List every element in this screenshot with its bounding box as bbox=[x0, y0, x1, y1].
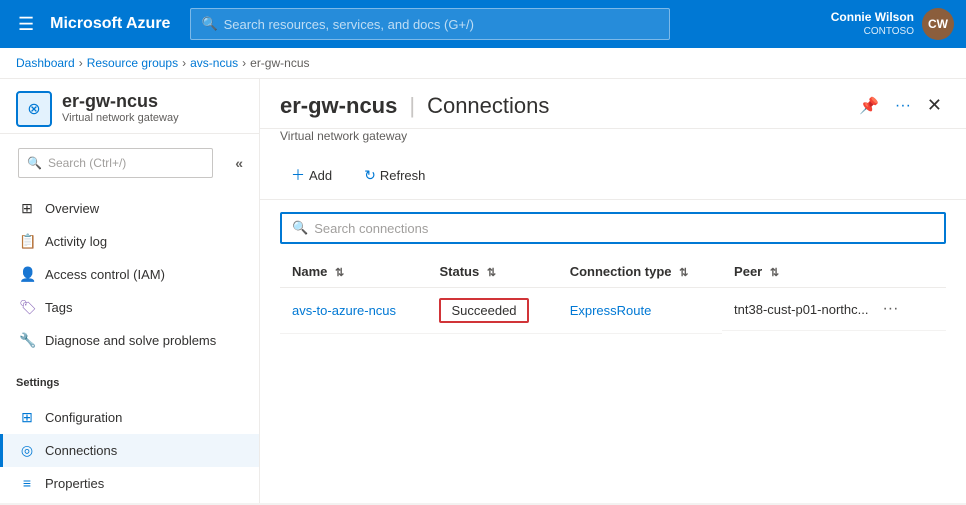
sidebar-search-icon: 🔍 bbox=[27, 156, 42, 170]
breadcrumb-avs-ncus[interactable]: avs-ncus bbox=[190, 56, 238, 70]
resource-description: Virtual network gateway bbox=[62, 112, 179, 124]
diagnose-icon: 🔧 bbox=[19, 332, 35, 349]
col-status[interactable]: Status ⇅ bbox=[427, 256, 557, 288]
configuration-icon: ⊞ bbox=[19, 409, 35, 426]
sidebar-item-label: Overview bbox=[45, 201, 99, 216]
connection-type-link[interactable]: ExpressRoute bbox=[570, 303, 652, 318]
sidebar-item-connections[interactable]: ◎ Connections bbox=[0, 434, 259, 467]
breadcrumb-resource-groups[interactable]: Resource groups bbox=[87, 56, 178, 70]
sidebar-item-configuration[interactable]: ⊞ Configuration bbox=[0, 401, 259, 434]
sidebar-item-diagnose[interactable]: 🔧 Diagnose and solve problems bbox=[0, 324, 259, 357]
properties-icon: ≡ bbox=[19, 475, 35, 491]
resource-section: Connections bbox=[427, 93, 549, 119]
avatar[interactable]: CW bbox=[922, 8, 954, 40]
col-connection-type[interactable]: Connection type ⇅ bbox=[558, 256, 722, 288]
breadcrumb: Dashboard › Resource groups › avs-ncus ›… bbox=[0, 48, 966, 79]
pin-button[interactable]: 📌 bbox=[855, 92, 883, 120]
add-button[interactable]: ＋ Add bbox=[280, 159, 343, 191]
sidebar-item-label: Activity log bbox=[45, 234, 107, 249]
table-header-row: Name ⇅ Status ⇅ Connection type ⇅ Peer bbox=[280, 256, 946, 288]
search-icon: 🔍 bbox=[292, 220, 308, 236]
refresh-icon: ↻ bbox=[364, 167, 376, 184]
breadcrumb-dashboard[interactable]: Dashboard bbox=[16, 56, 75, 70]
close-button[interactable]: ✕ bbox=[923, 91, 946, 120]
resource-type-label: Virtual network gateway bbox=[260, 129, 966, 151]
refresh-label: Refresh bbox=[380, 168, 426, 183]
hamburger-menu[interactable]: ☰ bbox=[12, 8, 40, 41]
sort-icon-name: ⇅ bbox=[335, 267, 344, 279]
resource-name: er-gw-ncus bbox=[62, 91, 179, 112]
access-control-icon: 👤 bbox=[19, 266, 35, 283]
sidebar-search-input[interactable] bbox=[48, 156, 204, 170]
sort-icon-connection-type: ⇅ bbox=[679, 267, 688, 279]
sidebar-item-locks[interactable]: 🔒 Locks bbox=[0, 499, 259, 503]
sidebar-header: ⊗ er-gw-ncus Virtual network gateway bbox=[0, 79, 259, 134]
resource-actions: 📌 ··· ✕ bbox=[855, 91, 946, 120]
sidebar-collapse-btn[interactable]: « bbox=[227, 151, 251, 175]
user-info: Connie Wilson CONTOSO bbox=[831, 10, 914, 39]
activity-log-icon: 📋 bbox=[19, 233, 35, 250]
toolbar: ＋ Add ↻ Refresh bbox=[260, 151, 966, 200]
overview-icon: ⊞ bbox=[19, 200, 35, 217]
table-row: avs-to-azure-ncus Succeeded ExpressRoute… bbox=[280, 288, 946, 334]
sidebar-item-label: Diagnose and solve problems bbox=[45, 333, 216, 348]
resource-icon: ⊗ bbox=[16, 91, 52, 127]
search-icon: 🔍 bbox=[201, 16, 217, 32]
user-name: Connie Wilson bbox=[831, 10, 914, 26]
global-search-box[interactable]: 🔍 bbox=[190, 8, 670, 40]
sidebar-item-label: Access control (IAM) bbox=[45, 267, 165, 282]
connections-search-input[interactable] bbox=[314, 221, 934, 236]
connections-icon: ◎ bbox=[19, 442, 35, 459]
settings-section-header: Settings bbox=[0, 365, 259, 393]
main-layout: ⊗ er-gw-ncus Virtual network gateway 🔍 «… bbox=[0, 79, 966, 503]
cell-name[interactable]: avs-to-azure-ncus bbox=[280, 288, 427, 334]
sidebar-item-label: Connections bbox=[45, 443, 117, 458]
refresh-button[interactable]: ↻ Refresh bbox=[353, 161, 436, 190]
breadcrumb-current: er-gw-ncus bbox=[250, 56, 309, 70]
sidebar-item-label: Configuration bbox=[45, 410, 122, 425]
sidebar-item-label: Tags bbox=[45, 300, 72, 315]
cell-peer: tnt38-cust-p01-northc... ··· bbox=[722, 288, 946, 331]
status-badge: Succeeded bbox=[439, 298, 528, 323]
app-logo: Microsoft Azure bbox=[50, 15, 170, 33]
cell-connection-type[interactable]: ExpressRoute bbox=[558, 288, 722, 334]
sort-icon-status: ⇅ bbox=[487, 267, 496, 279]
table-area: 🔍 Name ⇅ Status ⇅ bbox=[260, 200, 966, 503]
sidebar-item-activity-log[interactable]: 📋 Activity log bbox=[0, 225, 259, 258]
user-org: CONTOSO bbox=[831, 25, 914, 38]
tags-icon: 🏷 bbox=[19, 299, 35, 316]
connections-table: Name ⇅ Status ⇅ Connection type ⇅ Peer bbox=[280, 256, 946, 334]
resource-header: er-gw-ncus | Connections 📌 ··· ✕ bbox=[260, 79, 966, 129]
topbar-right: Connie Wilson CONTOSO CW bbox=[831, 8, 954, 40]
col-peer[interactable]: Peer ⇅ bbox=[722, 256, 946, 288]
sidebar-item-properties[interactable]: ≡ Properties bbox=[0, 467, 259, 499]
sidebar: ⊗ er-gw-ncus Virtual network gateway 🔍 «… bbox=[0, 79, 260, 503]
topbar: ☰ Microsoft Azure 🔍 Connie Wilson CONTOS… bbox=[0, 0, 966, 48]
cell-status: Succeeded bbox=[427, 288, 557, 334]
sidebar-nav: ⊞ Overview 📋 Activity log 👤 Access contr… bbox=[0, 192, 259, 357]
row-more-options-button[interactable]: ··· bbox=[876, 298, 904, 320]
add-label: Add bbox=[309, 168, 332, 183]
sidebar-settings-nav: ⊞ Configuration ◎ Connections ≡ Properti… bbox=[0, 401, 259, 503]
content-area: er-gw-ncus | Connections 📌 ··· ✕ Virtual… bbox=[260, 79, 966, 503]
col-name[interactable]: Name ⇅ bbox=[280, 256, 427, 288]
sort-icon-peer: ⇅ bbox=[770, 267, 779, 279]
global-search-input[interactable] bbox=[224, 17, 660, 32]
sidebar-search-box[interactable]: 🔍 bbox=[18, 148, 213, 178]
sidebar-item-label: Properties bbox=[45, 476, 104, 491]
sidebar-item-tags[interactable]: 🏷 Tags bbox=[0, 291, 259, 324]
connections-search-box[interactable]: 🔍 bbox=[280, 212, 946, 244]
peer-value: tnt38-cust-p01-northc... bbox=[734, 302, 868, 317]
sidebar-item-access-control[interactable]: 👤 Access control (IAM) bbox=[0, 258, 259, 291]
resource-title: er-gw-ncus bbox=[280, 93, 397, 119]
add-icon: ＋ bbox=[291, 165, 305, 185]
more-options-button[interactable]: ··· bbox=[891, 93, 915, 119]
connection-name-link[interactable]: avs-to-azure-ncus bbox=[292, 303, 396, 318]
sidebar-item-overview[interactable]: ⊞ Overview bbox=[0, 192, 259, 225]
